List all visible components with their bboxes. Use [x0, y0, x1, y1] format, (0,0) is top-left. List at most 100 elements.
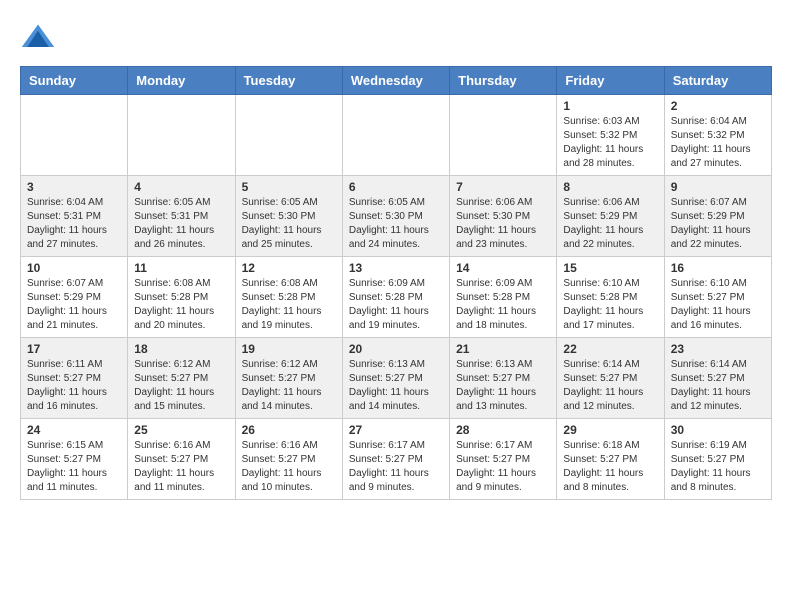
- calendar-cell: 16Sunrise: 6:10 AM Sunset: 5:27 PM Dayli…: [664, 257, 771, 338]
- column-header-friday: Friday: [557, 67, 664, 95]
- calendar-cell: 9 Sunrise: 6:07 AM Sunset: 5:29 PM Daylig…: [664, 176, 771, 257]
- day-number: 27: [349, 423, 443, 437]
- calendar-cell: 29 Sunrise: 6:18 AM Sunset: 5:27 PM Dayli…: [557, 419, 664, 500]
- day-info: Sunrise: 6:15 AM Sunset: 5:27 PM Dayligh…: [27, 439, 121, 495]
- day-info: Sunrise: 6:19 AM Sunset: 5:27 PM Dayligh…: [671, 439, 765, 495]
- day-number: 23: [671, 342, 765, 356]
- calendar-cell: [450, 95, 557, 176]
- day-info: Sunrise: 6:17 AM Sunset: 5:27 PM Dayligh…: [349, 439, 443, 495]
- day-info: Sunrise: 6:04 AM Sunset: 5:32 PM Dayligh…: [671, 115, 765, 171]
- calendar-week-row: 24 Sunrise: 6:15 AM Sunset: 5:27 PM Dayli…: [21, 419, 772, 500]
- day-info: Sunrise: 6:17 AM Sunset: 5:27 PM Dayligh…: [456, 439, 550, 495]
- calendar-cell: 17 Sunrise: 6:11 AM Sunset: 5:27 PM Dayli…: [21, 338, 128, 419]
- day-info: Sunrise: 6:13 AM Sunset: 5:27 PM Dayligh…: [349, 358, 443, 414]
- column-header-thursday: Thursday: [450, 67, 557, 95]
- day-number: 10: [27, 261, 121, 275]
- day-number: 25: [134, 423, 228, 437]
- calendar-cell: 27 Sunrise: 6:17 AM Sunset: 5:27 PM Dayli…: [342, 419, 449, 500]
- day-info: Sunrise: 6:08 AM Sunset: 5:28 PM Dayligh…: [134, 277, 228, 333]
- day-number: 1: [563, 99, 657, 113]
- calendar-week-row: 17 Sunrise: 6:11 AM Sunset: 5:27 PM Dayli…: [21, 338, 772, 419]
- day-info: Sunrise: 6:13 AM Sunset: 5:27 PM Dayligh…: [456, 358, 550, 414]
- calendar-cell: [128, 95, 235, 176]
- day-info: Sunrise: 6:11 AM Sunset: 5:27 PM Dayligh…: [27, 358, 121, 414]
- day-info: Sunrise: 6:05 AM Sunset: 5:30 PM Dayligh…: [242, 196, 336, 252]
- calendar-cell: 25Sunrise: 6:16 AM Sunset: 5:27 PM Dayli…: [128, 419, 235, 500]
- calendar-cell: 6 Sunrise: 6:05 AM Sunset: 5:30 PM Daylig…: [342, 176, 449, 257]
- calendar-cell: 23 Sunrise: 6:14 AM Sunset: 5:27 PM Dayli…: [664, 338, 771, 419]
- calendar-cell: 13Sunrise: 6:09 AM Sunset: 5:28 PM Dayli…: [342, 257, 449, 338]
- day-info: Sunrise: 6:14 AM Sunset: 5:27 PM Dayligh…: [671, 358, 765, 414]
- day-info: Sunrise: 6:16 AM Sunset: 5:27 PM Dayligh…: [242, 439, 336, 495]
- day-info: Sunrise: 6:04 AM Sunset: 5:31 PM Dayligh…: [27, 196, 121, 252]
- day-info: Sunrise: 6:09 AM Sunset: 5:28 PM Dayligh…: [456, 277, 550, 333]
- day-number: 21: [456, 342, 550, 356]
- column-header-sunday: Sunday: [21, 67, 128, 95]
- calendar-cell: 3 Sunrise: 6:04 AM Sunset: 5:31 PM Daylig…: [21, 176, 128, 257]
- day-number: 24: [27, 423, 121, 437]
- calendar-cell: 14 Sunrise: 6:09 AM Sunset: 5:28 PM Dayli…: [450, 257, 557, 338]
- day-info: Sunrise: 6:14 AM Sunset: 5:27 PM Dayligh…: [563, 358, 657, 414]
- calendar-cell: 15 Sunrise: 6:10 AM Sunset: 5:28 PM Dayli…: [557, 257, 664, 338]
- calendar-cell: 11 Sunrise: 6:08 AM Sunset: 5:28 PM Dayli…: [128, 257, 235, 338]
- day-number: 18: [134, 342, 228, 356]
- column-header-monday: Monday: [128, 67, 235, 95]
- calendar-cell: 10Sunrise: 6:07 AM Sunset: 5:29 PM Dayli…: [21, 257, 128, 338]
- day-info: Sunrise: 6:05 AM Sunset: 5:30 PM Dayligh…: [349, 196, 443, 252]
- logo: [20, 20, 60, 56]
- day-info: Sunrise: 6:06 AM Sunset: 5:30 PM Dayligh…: [456, 196, 550, 252]
- day-info: Sunrise: 6:03 AM Sunset: 5:32 PM Dayligh…: [563, 115, 657, 171]
- calendar-week-row: 3 Sunrise: 6:04 AM Sunset: 5:31 PM Daylig…: [21, 176, 772, 257]
- day-info: Sunrise: 6:09 AM Sunset: 5:28 PM Dayligh…: [349, 277, 443, 333]
- day-number: 30: [671, 423, 765, 437]
- calendar-cell: 5 Sunrise: 6:05 AM Sunset: 5:30 PM Daylig…: [235, 176, 342, 257]
- calendar-header-row: SundayMondayTuesdayWednesdayThursdayFrid…: [21, 67, 772, 95]
- day-info: Sunrise: 6:08 AM Sunset: 5:28 PM Dayligh…: [242, 277, 336, 333]
- calendar-cell: [342, 95, 449, 176]
- day-number: 7: [456, 180, 550, 194]
- day-info: Sunrise: 6:18 AM Sunset: 5:27 PM Dayligh…: [563, 439, 657, 495]
- calendar-cell: 2Sunrise: 6:04 AM Sunset: 5:32 PM Daylig…: [664, 95, 771, 176]
- day-info: Sunrise: 6:12 AM Sunset: 5:27 PM Dayligh…: [134, 358, 228, 414]
- day-number: 26: [242, 423, 336, 437]
- calendar-cell: 19 Sunrise: 6:12 AM Sunset: 5:27 PM Dayli…: [235, 338, 342, 419]
- day-info: Sunrise: 6:06 AM Sunset: 5:29 PM Dayligh…: [563, 196, 657, 252]
- calendar-cell: 12 Sunrise: 6:08 AM Sunset: 5:28 PM Dayli…: [235, 257, 342, 338]
- day-info: Sunrise: 6:05 AM Sunset: 5:31 PM Dayligh…: [134, 196, 228, 252]
- calendar-cell: 24 Sunrise: 6:15 AM Sunset: 5:27 PM Dayli…: [21, 419, 128, 500]
- day-number: 29: [563, 423, 657, 437]
- column-header-tuesday: Tuesday: [235, 67, 342, 95]
- calendar-cell: 8 Sunrise: 6:06 AM Sunset: 5:29 PM Daylig…: [557, 176, 664, 257]
- calendar-cell: 30 Sunrise: 6:19 AM Sunset: 5:27 PM Dayli…: [664, 419, 771, 500]
- day-number: 12: [242, 261, 336, 275]
- day-info: Sunrise: 6:12 AM Sunset: 5:27 PM Dayligh…: [242, 358, 336, 414]
- day-number: 5: [242, 180, 336, 194]
- day-number: 17: [27, 342, 121, 356]
- column-header-wednesday: Wednesday: [342, 67, 449, 95]
- day-number: 6: [349, 180, 443, 194]
- day-number: 15: [563, 261, 657, 275]
- logo-icon: [20, 20, 56, 56]
- page-header: [20, 20, 772, 56]
- calendar-cell: 21 Sunrise: 6:13 AM Sunset: 5:27 PM Dayli…: [450, 338, 557, 419]
- day-number: 22: [563, 342, 657, 356]
- day-number: 16: [671, 261, 765, 275]
- day-number: 9: [671, 180, 765, 194]
- day-number: 3: [27, 180, 121, 194]
- day-number: 14: [456, 261, 550, 275]
- day-number: 8: [563, 180, 657, 194]
- calendar-week-row: 10Sunrise: 6:07 AM Sunset: 5:29 PM Dayli…: [21, 257, 772, 338]
- day-number: 4: [134, 180, 228, 194]
- calendar-cell: 28 Sunrise: 6:17 AM Sunset: 5:27 PM Dayli…: [450, 419, 557, 500]
- calendar-cell: 22 Sunrise: 6:14 AM Sunset: 5:27 PM Dayli…: [557, 338, 664, 419]
- day-info: Sunrise: 6:10 AM Sunset: 5:28 PM Dayligh…: [563, 277, 657, 333]
- calendar-cell: [235, 95, 342, 176]
- calendar-cell: 1 Sunrise: 6:03 AM Sunset: 5:32 PM Daylig…: [557, 95, 664, 176]
- day-info: Sunrise: 6:07 AM Sunset: 5:29 PM Dayligh…: [671, 196, 765, 252]
- calendar-cell: [21, 95, 128, 176]
- day-number: 19: [242, 342, 336, 356]
- calendar-cell: 7 Sunrise: 6:06 AM Sunset: 5:30 PM Daylig…: [450, 176, 557, 257]
- day-number: 11: [134, 261, 228, 275]
- day-number: 28: [456, 423, 550, 437]
- calendar-week-row: 1 Sunrise: 6:03 AM Sunset: 5:32 PM Daylig…: [21, 95, 772, 176]
